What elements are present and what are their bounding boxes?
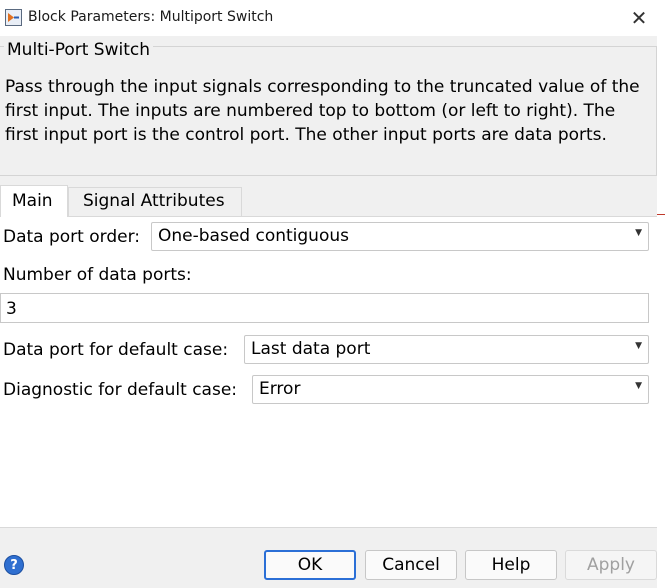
tab-main[interactable]: Main	[0, 185, 68, 217]
num-data-ports-label: Number of data ports:	[3, 265, 192, 285]
data-port-order-label: Data port order:	[3, 227, 141, 247]
close-button[interactable]: ✕	[616, 0, 662, 36]
default-case-port-dropdown[interactable]: Last data port ▼	[244, 335, 649, 364]
window-title: Block Parameters: Multiport Switch	[28, 9, 274, 25]
simulink-block-icon	[5, 9, 22, 26]
diagnostic-default-label: Diagnostic for default case:	[3, 380, 237, 400]
default-case-port-value: Last data port	[251, 339, 371, 359]
ok-button[interactable]: OK	[264, 550, 356, 580]
tab-main-label: Main	[12, 191, 53, 211]
close-icon: ✕	[630, 6, 648, 30]
chevron-down-icon: ▼	[635, 228, 642, 238]
description-text: Pass through the input signals correspon…	[5, 77, 640, 145]
num-data-ports-value: 3	[6, 299, 17, 319]
window-edge	[657, 36, 665, 588]
diagnostic-default-dropdown[interactable]: Error ▼	[252, 375, 649, 404]
tab-signal-attributes[interactable]: Signal Attributes	[68, 187, 242, 216]
num-data-ports-input[interactable]: 3	[0, 293, 649, 323]
parameters-panel	[0, 216, 657, 528]
apply-button[interactable]: Apply	[565, 550, 657, 580]
chevron-down-icon: ▼	[635, 381, 642, 391]
diagnostic-default-value: Error	[259, 379, 301, 399]
help-button[interactable]: Help	[465, 550, 557, 580]
data-port-order-dropdown[interactable]: One-based contiguous ▼	[151, 222, 649, 251]
help-icon[interactable]: ?	[4, 555, 24, 575]
default-case-port-label: Data port for default case:	[3, 340, 229, 360]
cancel-button[interactable]: Cancel	[365, 550, 457, 580]
description-group-title: Multi-Port Switch	[4, 40, 153, 60]
chevron-down-icon: ▼	[635, 341, 642, 351]
background-edge-line	[657, 214, 665, 215]
data-port-order-value: One-based contiguous	[158, 226, 349, 246]
tab-signal-attributes-label: Signal Attributes	[83, 191, 225, 211]
